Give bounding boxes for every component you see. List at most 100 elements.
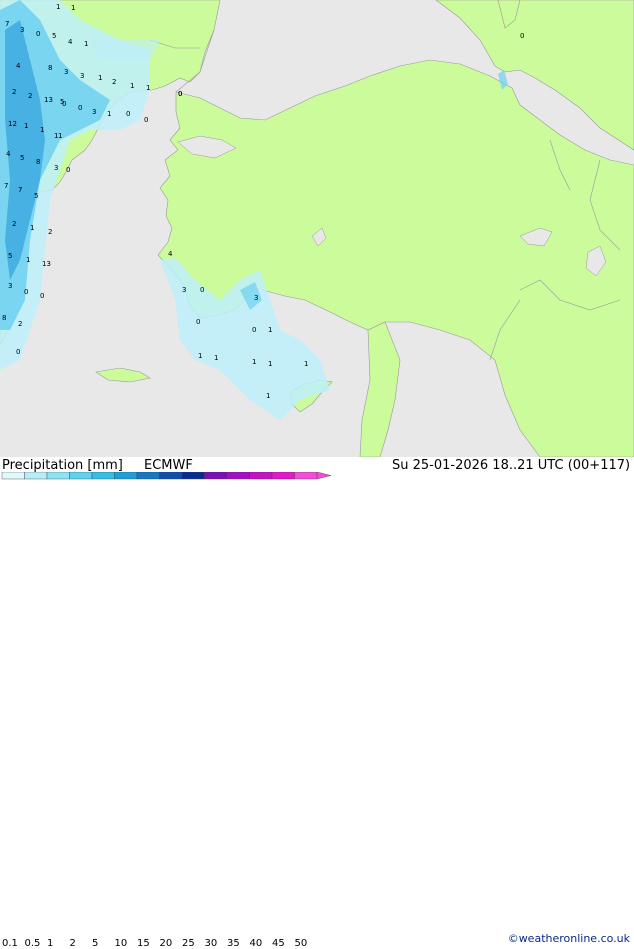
precip-value-label: 1 bbox=[252, 358, 256, 366]
legend-tick-label: 15 bbox=[137, 938, 150, 949]
legend-swatch bbox=[114, 472, 138, 480]
legend-tick-label: 40 bbox=[249, 938, 263, 949]
legend-swatch bbox=[249, 472, 273, 480]
precip-value-label: 5 bbox=[20, 154, 24, 162]
precip-value-label: 0 bbox=[16, 348, 20, 356]
precip-value-label: 1 bbox=[304, 360, 308, 368]
precip-value-label: 3 bbox=[20, 26, 24, 34]
legend-overflow-arrow bbox=[316, 472, 332, 480]
precip-value-label: 7 bbox=[18, 186, 22, 194]
precip-value-label: 3 bbox=[80, 72, 84, 80]
precip-value-label: 1 bbox=[107, 110, 111, 118]
precip-value-label: 0 bbox=[178, 90, 182, 98]
legend-tick-label: 25 bbox=[182, 938, 195, 949]
precip-value-label: 4 bbox=[168, 250, 173, 258]
legend-swatch bbox=[24, 472, 48, 480]
legend-swatch bbox=[91, 472, 115, 480]
precip-value-label: 0 bbox=[196, 318, 200, 326]
precip-value-label: 0 bbox=[144, 116, 148, 124]
legend-tick-label: 35 bbox=[227, 938, 240, 949]
precip-value-label: 0 bbox=[78, 104, 82, 112]
legend-swatch bbox=[271, 472, 295, 480]
precip-value-label: 5 bbox=[52, 32, 56, 40]
legend-tick-label: 45 bbox=[272, 938, 285, 949]
credit-link[interactable]: ©weatheronline.co.uk bbox=[508, 932, 630, 945]
precip-value-label: 0 bbox=[520, 32, 524, 40]
precip-value-label: 4 bbox=[16, 62, 21, 70]
precip-value-label: 3 bbox=[92, 108, 96, 116]
legend-swatch bbox=[46, 472, 70, 480]
map-title: Precipitation [mm] bbox=[2, 458, 123, 473]
precip-value-label: 13 bbox=[42, 260, 51, 268]
precip-value-label: 1 bbox=[54, 132, 58, 140]
legend-swatch bbox=[226, 472, 250, 480]
precip-value-label: 1 bbox=[30, 224, 34, 232]
precip-value-label: 2 bbox=[18, 320, 22, 328]
precip-value-label: 1 bbox=[56, 3, 60, 11]
precip-value-label: 13 bbox=[44, 96, 53, 104]
map-footer: Precipitation [mm] ECMWF Su 25-01-2026 1… bbox=[0, 457, 634, 949]
precip-value-label: 0 bbox=[252, 326, 256, 334]
legend-tick-label: 20 bbox=[159, 938, 173, 949]
precip-value-label: 1 bbox=[98, 74, 102, 82]
legend-swatch bbox=[69, 472, 93, 480]
precip-value-label: 1 bbox=[58, 132, 62, 140]
legend-tick-label: 5 bbox=[92, 938, 99, 949]
precip-value-label: 8 bbox=[2, 314, 6, 322]
legend-colorbar bbox=[1, 472, 332, 480]
precip-value-label: 3 bbox=[8, 282, 12, 290]
precipitation-map: 1 1 7 3 0 5 4 1 3 1 4 8 3 2 2 1 1 0 0 2 5 13 0 3 1 0 0 12 1 1 1 5 8 3 4 7 5 7… bbox=[0, 0, 634, 458]
legend-swatch bbox=[294, 472, 318, 480]
legend-swatch bbox=[136, 472, 160, 480]
precip-value-label: 0 bbox=[24, 288, 28, 296]
legend-tick-label: 10 bbox=[114, 938, 128, 949]
model-name: ECMWF bbox=[144, 458, 193, 473]
legend-swatch bbox=[181, 472, 205, 480]
precip-value-label: 2 bbox=[28, 92, 32, 100]
precip-value-label: 12 bbox=[8, 120, 17, 128]
precip-value-label: 0 bbox=[126, 110, 130, 118]
legend-swatch bbox=[1, 472, 25, 480]
valid-time: Su 25-01-2026 18..21 UTC (00+117) bbox=[392, 458, 631, 473]
precip-value-label: 3 bbox=[254, 294, 258, 302]
precip-value-label: 1 bbox=[130, 82, 134, 90]
legend-tick-label: 30 bbox=[204, 938, 218, 949]
legend-tick-label: 50 bbox=[294, 938, 308, 949]
precip-value-label: 0 bbox=[200, 286, 204, 294]
legend-swatch bbox=[159, 472, 183, 480]
precip-value-label: 0 bbox=[66, 166, 70, 174]
legend-swatch bbox=[204, 472, 228, 480]
precip-value-label: 3 bbox=[182, 286, 186, 294]
map-canvas: 1 173 0 54 1314 83221 10025130 3 1 0012 1 115 834757… bbox=[0, 0, 634, 458]
precip-value-label: 1 bbox=[146, 84, 150, 92]
precip-value-label: 3 bbox=[64, 68, 68, 76]
precip-value-label: 5 bbox=[34, 192, 38, 200]
precip-value-label: 2 bbox=[12, 220, 16, 228]
precip-value-label: 1 bbox=[84, 40, 88, 48]
precip-value-label: 5 bbox=[8, 252, 12, 260]
precip-value-label: 3 bbox=[54, 164, 58, 172]
legend-tick-label: 0.1 bbox=[2, 938, 18, 949]
precip-value-label: 1 bbox=[198, 352, 202, 360]
precip-value-label: 0 bbox=[36, 30, 40, 38]
precip-value-label: 8 bbox=[36, 158, 40, 166]
precip-value-label: 1 bbox=[268, 326, 272, 334]
precip-value-label: 2 bbox=[48, 228, 52, 236]
precip-value-label: 7 bbox=[4, 182, 8, 190]
precip-value-label: 0 bbox=[40, 292, 44, 300]
precip-value-label: 8 bbox=[48, 64, 52, 72]
precip-value-label: 1 bbox=[40, 126, 44, 134]
precip-value-label: 1 bbox=[71, 4, 75, 12]
precip-value-label: 2 bbox=[112, 78, 116, 86]
precip-value-label: 4 bbox=[6, 150, 11, 158]
precip-value-label: 4 bbox=[68, 38, 73, 46]
precip-value-label: 1 bbox=[214, 354, 218, 362]
precip-value-label: 1 bbox=[268, 360, 272, 368]
legend-tick-label: 2 bbox=[69, 938, 76, 949]
precip-value-label: 1 bbox=[26, 256, 30, 264]
precip-value-label: 7 bbox=[5, 20, 9, 28]
legend-tick-label: 1 bbox=[47, 938, 54, 949]
precip-value-label: 1 bbox=[24, 122, 28, 130]
legend-tick-label: 0.5 bbox=[24, 938, 41, 949]
precip-value-label: 2 bbox=[12, 88, 16, 96]
